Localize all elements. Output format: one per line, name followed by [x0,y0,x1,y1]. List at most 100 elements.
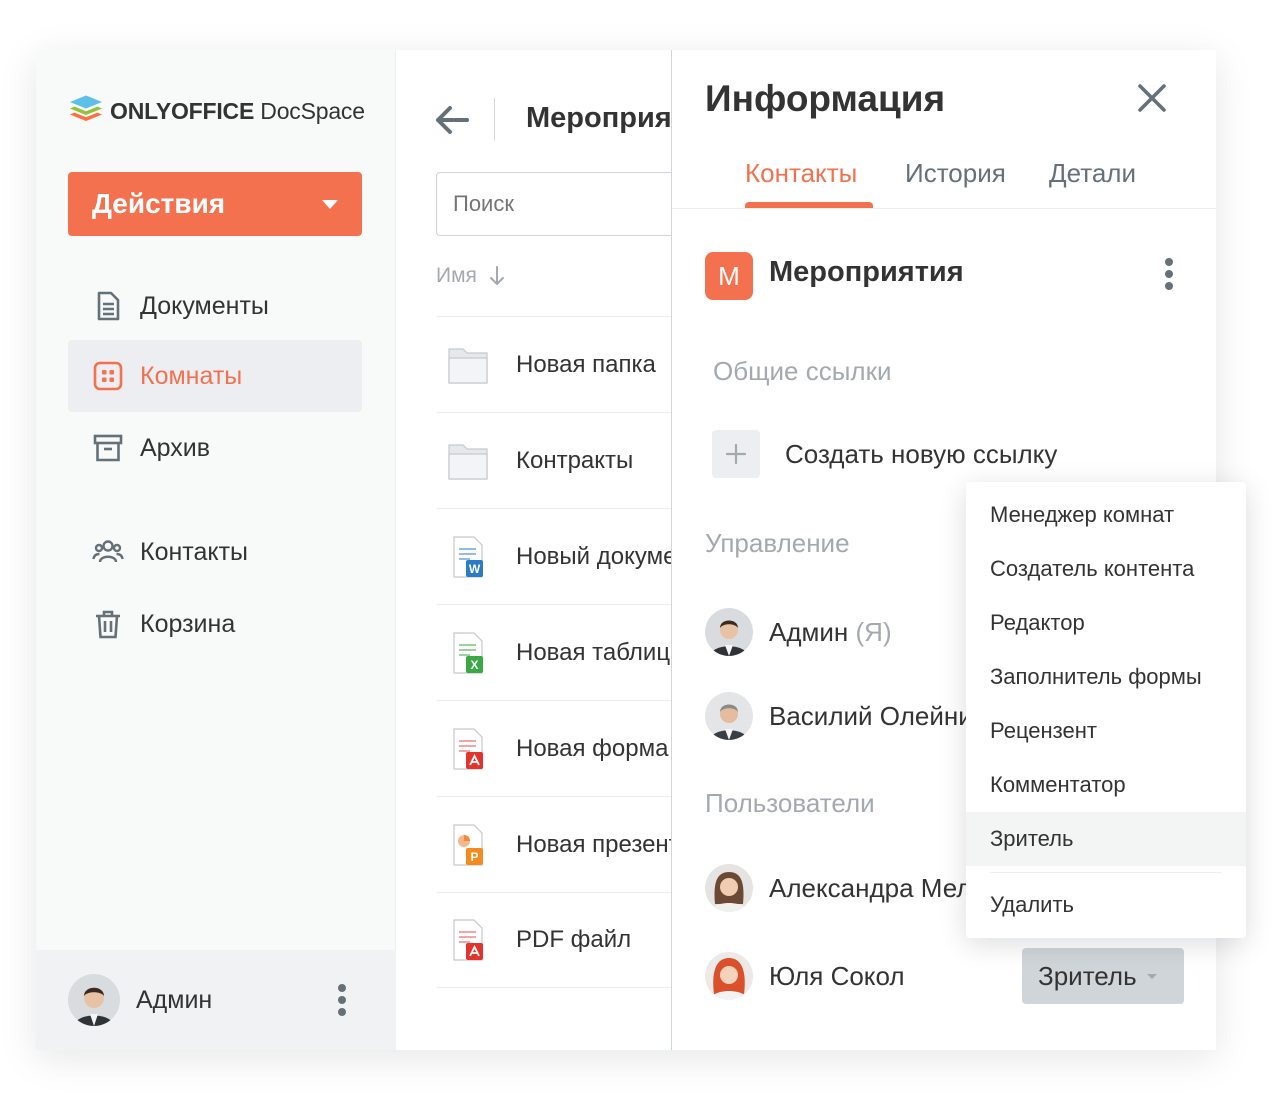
sidebar-item-trash[interactable]: Корзина [68,588,362,660]
contacts-icon [92,540,124,563]
file-row[interactable]: PDF файл [436,892,671,988]
menu-item-content-creator[interactable]: Создатель контента [966,542,1246,596]
room-name: Мероприятия [769,256,964,288]
caret-down-icon [1146,973,1157,979]
sort-label: Имя [436,264,477,287]
tabs-divider [672,208,1216,209]
avatar [705,692,753,740]
user-avatar-icon [705,692,753,740]
create-link-button[interactable] [712,430,760,478]
sidebar-item-contacts[interactable]: Контакты [68,516,362,588]
folder-icon [448,347,488,384]
admin-avatar-icon [705,608,753,656]
menu-item-reviewer[interactable]: Рецензент [966,704,1246,758]
role-select[interactable]: Зритель [1022,948,1184,1004]
sidebar-item-label: Документы [140,291,269,320]
profile-menu-icon[interactable] [338,984,346,1016]
member-name: Юля Сокол [769,960,905,991]
file-name: PDF файл [516,926,632,953]
document-icon [97,291,120,321]
avatar [705,864,753,912]
presentation-icon: P [453,823,483,866]
profile-name: Админ [136,985,213,1014]
menu-item-delete[interactable]: Удалить [966,878,1246,932]
file-row[interactable]: Новая форма [436,700,671,796]
create-link-label[interactable]: Создать новую ссылку [785,439,1057,470]
avatar [705,608,753,656]
sort-by-name[interactable]: Имя [436,264,507,288]
file-row[interactable]: Новая папка [436,316,671,412]
file-row[interactable]: Контракты [436,412,671,508]
tab-contacts[interactable]: Контакты [745,158,857,189]
file-name: Новая таблица [516,638,671,666]
file-name: Контракты [516,446,634,474]
menu-item-viewer[interactable]: Зритель [966,812,1246,866]
brand-logo[interactable]: ONLYOFFICE DocSpace [68,94,365,128]
role-select-value: Зритель [1038,960,1137,991]
arrow-down-icon [489,266,504,286]
onlyoffice-logo-icon [70,95,102,121]
plus-icon [725,443,747,465]
user-avatar-icon [705,952,753,1000]
shared-links-heading: Общие ссылки [713,356,892,386]
file-list-pane: Мероприятия Имя Новая папка Контракты [396,50,671,1050]
search-input[interactable] [436,172,671,236]
back-arrow-icon[interactable] [434,104,470,136]
member-row[interactable]: Админ (Я) [705,608,892,656]
brand-name: ONLYOFFICE DocSpace [110,97,365,124]
file-row[interactable]: W Новый документ [436,508,671,604]
trash-icon [96,610,120,639]
close-icon[interactable] [1136,82,1168,114]
member-name: Админ (Я) [769,616,892,647]
sidebar-item-documents[interactable]: Документы [68,270,362,342]
admin-avatar-icon [68,974,120,1026]
users-heading: Пользователи [705,788,875,818]
menu-item-room-manager[interactable]: Менеджер комнат [966,488,1246,542]
archive-icon [93,434,123,462]
tab-details[interactable]: Детали [1049,158,1136,189]
current-user-marker: (Я) [848,616,892,647]
file-name: Новая папка [516,350,656,378]
sidebar-item-archive[interactable]: Архив [68,412,362,484]
sidebar-item-label: Комнаты [140,361,243,390]
room-logo: М [705,252,753,300]
rooms-icon [93,361,123,391]
tab-history[interactable]: История [905,158,1006,189]
actions-button-label: Действия [92,188,226,219]
menu-item-form-filler[interactable]: Заполнитель формы [966,650,1246,704]
sidebar-item-label: Корзина [140,609,236,638]
sidebar-item-rooms[interactable]: Комнаты [68,340,362,412]
profile-bar: Админ [36,950,396,1050]
member-row[interactable]: Василий Олейник [705,692,984,740]
menu-item-editor[interactable]: Редактор [966,596,1246,650]
room-menu-icon[interactable] [1165,258,1173,290]
pdf-file-icon [453,919,483,961]
member-name: Василий Олейник [769,700,985,731]
file-row[interactable]: X Новая таблица [436,604,671,700]
file-name: Новая форма [516,734,669,762]
role-dropdown-menu: Менеджер комнат Создатель контента Редак… [966,482,1246,938]
user-avatar-icon [705,864,753,912]
menu-item-commenter[interactable]: Комментатор [966,758,1246,812]
sidebar: ONLYOFFICE DocSpace Действия Документы К… [36,50,396,1050]
info-panel-title: Информация [705,78,946,119]
avatar [705,952,753,1000]
member-row[interactable]: Юля Сокол [705,952,905,1000]
caret-down-icon [322,199,338,209]
avatar[interactable] [68,974,120,1026]
file-row[interactable]: P Новая презентация [436,796,671,892]
sidebar-item-label: Контакты [140,537,248,566]
menu-separator [990,872,1222,873]
svg-text:W: W [469,562,481,576]
spreadsheet-icon: X [453,631,483,674]
header-divider [494,98,495,140]
folder-icon [448,443,488,480]
page-title: Мероприятия [526,102,671,134]
sidebar-item-label: Архив [140,433,211,462]
word-document-icon: W [453,535,483,578]
actions-button[interactable]: Действия [68,172,362,236]
management-heading: Управление [705,528,850,558]
svg-text:P: P [470,850,478,864]
file-name: Новый документ [516,542,671,570]
pdf-form-icon [453,727,483,770]
